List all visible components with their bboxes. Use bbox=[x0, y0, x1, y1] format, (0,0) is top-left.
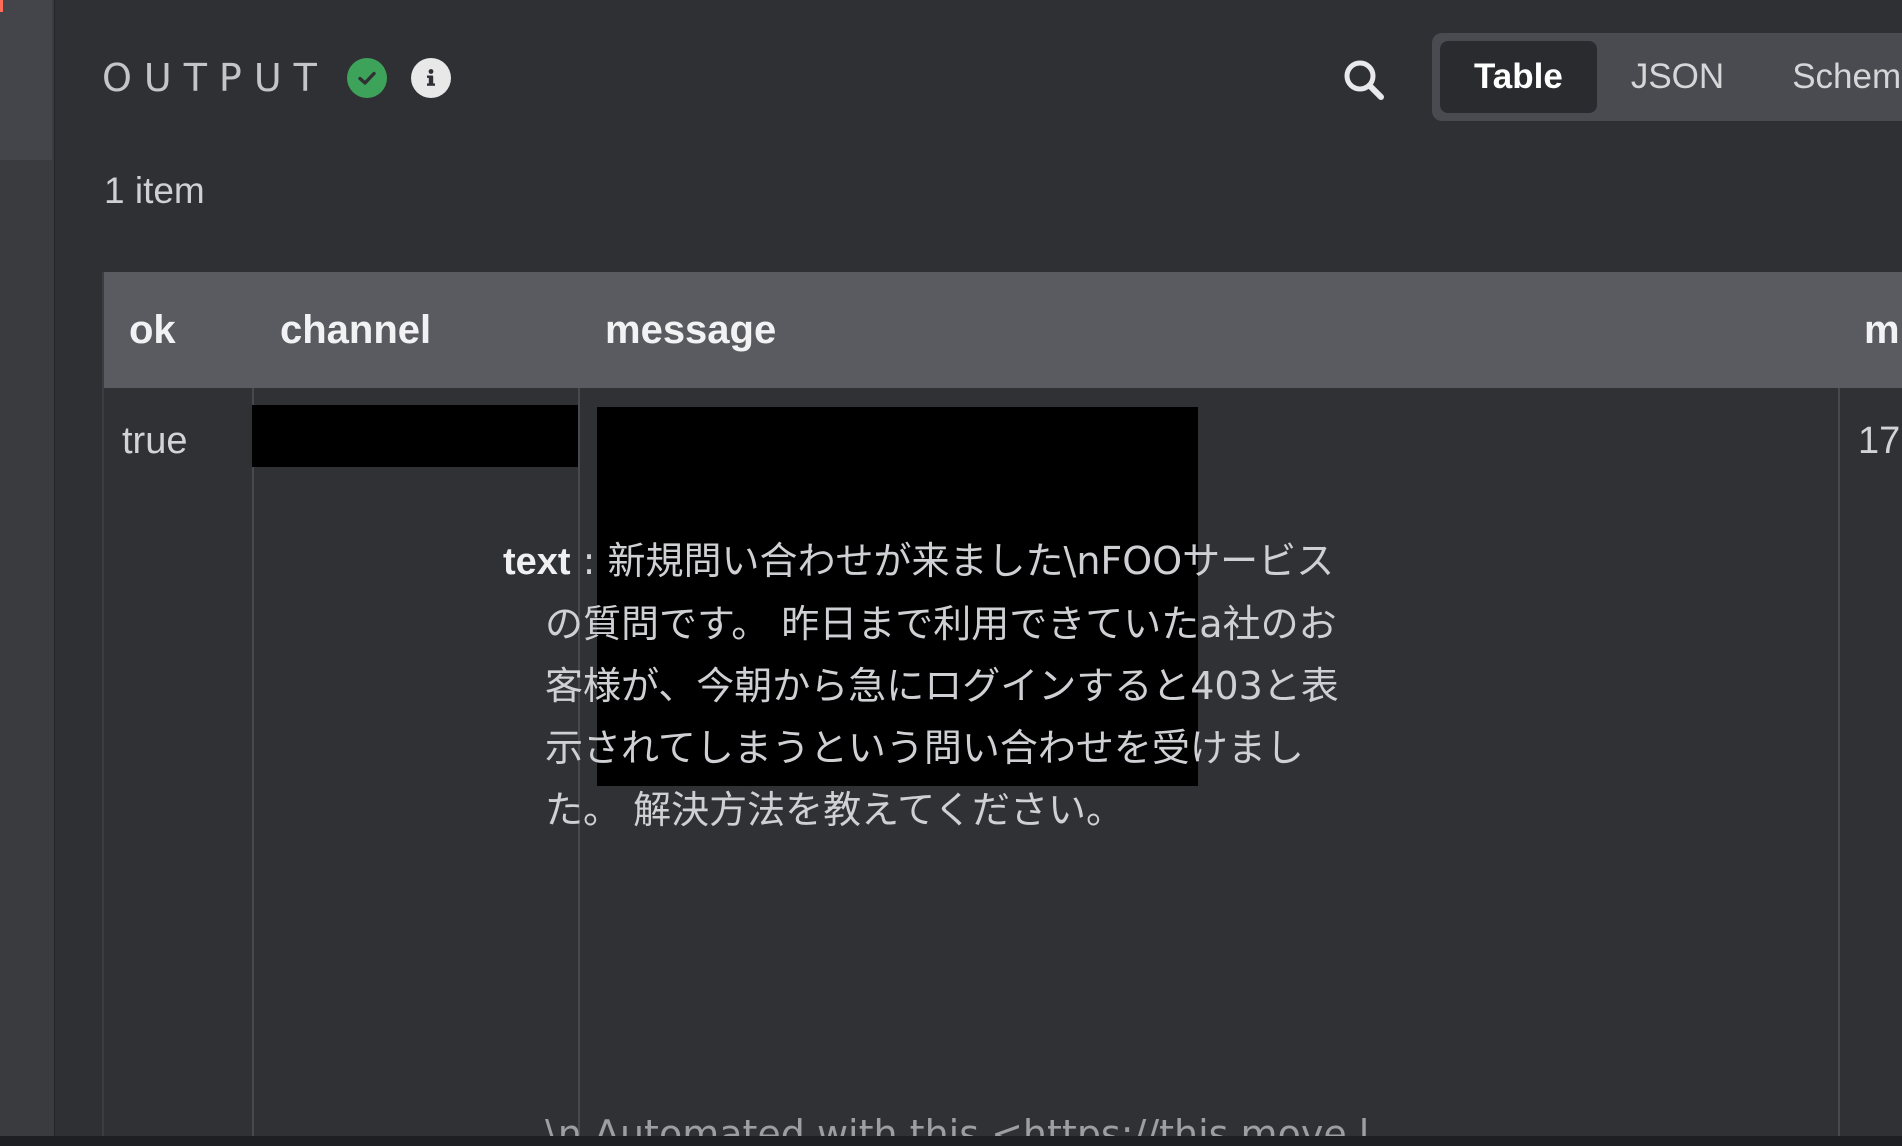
message-text-line: た。 解決方法を教えてください。 bbox=[545, 788, 1125, 832]
tab-schema[interactable]: Schem bbox=[1758, 41, 1902, 113]
tab-table[interactable]: Table bbox=[1440, 41, 1597, 113]
table-header: ok channel message m bbox=[102, 272, 1902, 388]
column-header-message[interactable]: message bbox=[605, 272, 776, 388]
message-text-cut-line: \n Automated with this <https://this.mov… bbox=[545, 1112, 1370, 1136]
left-rail-top bbox=[0, 0, 52, 160]
message-text-line: 客様が、今朝から急にログインすると403と表 bbox=[545, 664, 1339, 708]
info-circle-icon[interactable] bbox=[410, 58, 451, 98]
message-text-first-line: text : 新規問い合わせが来ました\nFOOサービス bbox=[503, 530, 1423, 593]
item-count: 1 item bbox=[104, 170, 205, 211]
search-icon[interactable] bbox=[1336, 52, 1392, 108]
cell-channel-redacted bbox=[252, 405, 578, 467]
column-divider bbox=[252, 388, 254, 1136]
message-text-line: の質問です。 昨日まで利用できていたa社のお bbox=[545, 602, 1337, 646]
output-panel-root: OUTPUT Table JSON Schem 1 item ok channe… bbox=[0, 0, 1902, 1146]
message-text-key: text bbox=[503, 541, 571, 583]
message-text-separator: : bbox=[570, 539, 608, 583]
table-left-border bbox=[102, 272, 104, 1136]
output-title: OUTPUT bbox=[102, 56, 329, 100]
bottom-bar bbox=[0, 1136, 1902, 1146]
left-rail bbox=[0, 0, 55, 1146]
message-text-line: 示されてしまうという問い合わせを受けまし bbox=[545, 726, 1304, 770]
column-header-m[interactable]: m bbox=[1864, 272, 1900, 388]
tab-json[interactable]: JSON bbox=[1597, 41, 1758, 113]
view-toggle: Table JSON Schem bbox=[1432, 33, 1902, 121]
column-header-ok[interactable]: ok bbox=[129, 272, 176, 388]
cell-ok: true bbox=[122, 420, 188, 462]
output-header: OUTPUT bbox=[102, 52, 451, 104]
message-text-field: text : 新規問い合わせが来ました\nFOOサービス の質問です。 昨日まで… bbox=[503, 530, 1423, 841]
check-circle-icon bbox=[346, 58, 387, 98]
message-text-value-first: 新規問い合わせが来ました\nFOOサービス bbox=[607, 539, 1335, 583]
cell-m: 17 bbox=[1858, 420, 1901, 462]
column-header-channel[interactable]: channel bbox=[280, 272, 431, 388]
left-rail-accent bbox=[0, 0, 3, 12]
column-divider bbox=[1838, 388, 1840, 1136]
